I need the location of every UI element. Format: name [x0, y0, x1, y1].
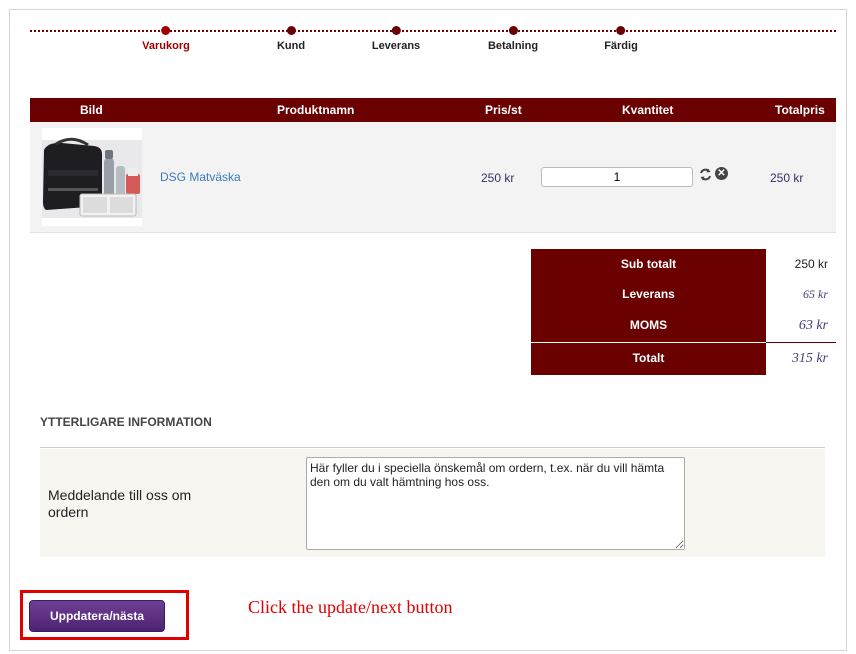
step-varukorg[interactable]: Varukorg [142, 24, 190, 52]
product-image[interactable] [42, 128, 142, 226]
shipping-value: 65 kr [803, 287, 828, 301]
table-row: DSG Matväska 250 kr ✕ 250 kr [30, 122, 836, 233]
vat-label: MOMS [629, 318, 668, 332]
header-produktnamn: Produktnamn [277, 103, 355, 117]
extra-info-section: Meddelande till oss om ordern Här fyller… [40, 449, 825, 557]
step-label: Betalning [487, 40, 539, 52]
update-next-button[interactable]: Uppdatera/nästa [29, 600, 165, 632]
extra-info-divider [40, 447, 825, 448]
checkout-steps: Varukorg Kund Leverans Betalning Färdig [30, 24, 836, 54]
quantity-input[interactable] [541, 167, 693, 187]
header-bild: Bild [80, 103, 103, 117]
step-dot [391, 26, 401, 35]
step-leverans[interactable]: Leverans [372, 24, 420, 52]
step-label: Färdig [604, 40, 638, 52]
extra-info-heading: YTTERLIGARE INFORMATION [40, 415, 212, 429]
vat-value: 63 kr [798, 318, 828, 333]
step-dot [161, 26, 171, 35]
grand-total-label: Totalt [632, 351, 665, 365]
step-fardig[interactable]: Färdig [604, 24, 638, 52]
product-image-illustration [42, 128, 142, 226]
header-totalpris: Totalpris [775, 103, 825, 117]
step-label: Varukorg [142, 40, 190, 52]
subtotal-label: Sub totalt [620, 257, 677, 271]
step-betalning[interactable]: Betalning [488, 24, 538, 52]
step-kund[interactable]: Kund [277, 24, 305, 52]
step-label: Leverans [371, 40, 421, 52]
step-label: Kund [276, 40, 306, 52]
step-dot [616, 26, 626, 35]
header-kvantitet: Kvantitet [622, 103, 674, 117]
step-dot [508, 26, 518, 35]
unit-price: 250 kr [481, 171, 515, 185]
cart-table-header: Bild Produktnamn Pris/st Kvantitet Total… [30, 98, 836, 122]
header-pris: Pris/st [485, 103, 522, 117]
product-name-link[interactable]: DSG Matväska [160, 170, 241, 184]
row-total-price: 250 kr [770, 171, 804, 185]
order-message-textarea[interactable]: Här fyller du i speciella önskemål om or… [306, 457, 685, 550]
remove-icon[interactable]: ✕ [715, 167, 728, 180]
grand-total-value: 315 kr [791, 351, 828, 366]
instruction-annotation: Click the update/next button [248, 597, 453, 617]
message-label: Meddelande till oss om ordern [48, 487, 192, 520]
refresh-icon[interactable] [699, 168, 712, 181]
totals-divider [766, 342, 836, 343]
order-totals: Sub totalt 250 kr Leverans 65 kr MOMS 63… [531, 249, 836, 375]
subtotal-value: 250 kr [794, 257, 828, 271]
step-dot [286, 26, 296, 35]
shipping-label: Leverans [622, 287, 675, 301]
